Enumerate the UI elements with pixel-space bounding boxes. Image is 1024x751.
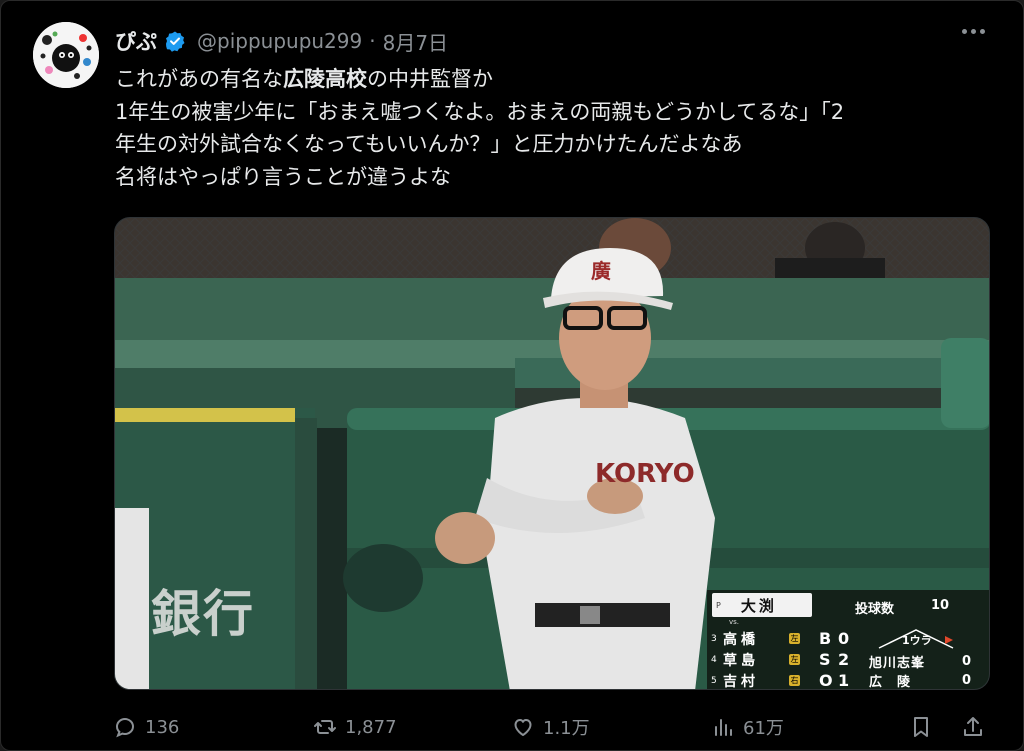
strike-label: S [819, 650, 831, 669]
team-row: 広 陵 0 [869, 671, 989, 690]
views-button[interactable]: 61万 [711, 707, 784, 747]
bso-values: 0 2 1 [838, 628, 854, 690]
more-options-icon[interactable] [962, 29, 985, 34]
out-count: 1 [838, 671, 850, 690]
pitcher-tag: P [716, 600, 721, 610]
user-handle[interactable]: @pippupupu299 [197, 29, 362, 53]
display-name[interactable]: ぴぷ [115, 26, 157, 56]
post-line-3: 年生の対外試合なくなってもいいんか？」と圧力かけたんだよなあ [115, 132, 743, 156]
bso-labels: B S O [819, 628, 835, 690]
inning-label: 1ウラ [902, 634, 932, 647]
repost-count: 1,877 [345, 716, 397, 738]
lineup-number: 5 [711, 675, 717, 686]
team-scores: 旭川志峯 0 広 陵 0 [869, 652, 989, 690]
bat-hand: 左 [789, 654, 800, 665]
bookmark-button[interactable] [909, 707, 933, 747]
tweet-card: ぴぷ @pippupupu299 · 8月7日 これがあの有名な広陵高校の中井監… [0, 0, 1024, 751]
pitcher-name: 大渕 [740, 596, 777, 615]
out-label: O [819, 671, 833, 690]
avatar[interactable] [33, 22, 99, 88]
view-count: 61万 [743, 718, 784, 739]
cap-logo: 廣 [591, 259, 611, 283]
pitch-count: 10 [931, 598, 950, 613]
bat-hand: 右 [789, 675, 800, 686]
batter-name: 高橋 [723, 631, 759, 648]
heart-icon [514, 719, 532, 736]
like-count: 1.1万 [543, 718, 590, 739]
separator-dot: · [369, 29, 376, 53]
pitch-count-label: 投球数 [855, 602, 895, 617]
post-line-1-part-1: これがあの有名な [115, 67, 283, 91]
batter-name: 吉村 [723, 673, 759, 690]
lineup-row: 4 草島 左 [711, 649, 811, 670]
team-score: 0 [961, 673, 971, 688]
bookmark-icon [914, 717, 928, 737]
batting-lineup: 3 高橋 左 4 草島 左 5 吉村 右 [711, 628, 811, 690]
post-line-1-part-3: の中井監督か [367, 67, 493, 91]
post-line-4: 名将はやっぱり言うことが違うよな [115, 164, 451, 189]
post-media-image[interactable]: 廣 KORYO 銀行 P 大渕 vs. 投球数 10 3 高橋 左 4 草島 左… [114, 217, 990, 690]
lineup-row: 3 高橋 左 [711, 628, 811, 649]
scoreboard-overlay: P 大渕 vs. 投球数 10 3 高橋 左 4 草島 左 5 吉村 右 B S… [707, 590, 989, 690]
ball-label: B [819, 629, 832, 648]
jersey-text: KORYO [595, 459, 695, 489]
strike-count: 2 [838, 650, 850, 669]
repost-button[interactable]: 1,877 [313, 707, 397, 747]
analytics-icon [715, 719, 732, 736]
post-header: ぴぷ @pippupupu299 · 8月7日 [115, 26, 448, 56]
like-button[interactable]: 1.1万 [511, 707, 590, 747]
repost-icon [314, 720, 336, 734]
lineup-number: 4 [711, 654, 717, 665]
post-text: これがあの有名な広陵高校の中井監督か 1年生の被害少年に「おまえ嘘つくなよ。おま… [115, 63, 1005, 193]
team-name: 広 陵 [869, 675, 912, 690]
team-score: 0 [961, 654, 971, 669]
avatar-image [33, 22, 99, 88]
post-date[interactable]: 8月7日 [383, 27, 448, 56]
bank-ad-text: 銀行 [151, 585, 255, 643]
ball-count: 0 [838, 629, 850, 648]
batter-name: 草島 [723, 652, 759, 669]
share-button[interactable] [961, 707, 985, 747]
lineup-row: 5 吉村 右 [711, 670, 811, 690]
lineup-number: 3 [711, 633, 717, 644]
bat-hand: 左 [789, 633, 800, 644]
team-row: 旭川志峯 0 [869, 652, 989, 671]
post-line-2: 1年生の被害少年に「おまえ嘘つくなよ。おまえの両親もどうかしてるな」「2 [115, 99, 845, 124]
hashtag-link[interactable]: 広陵高校 [283, 67, 367, 91]
vs-label: vs. [729, 618, 740, 626]
post-line-1: これがあの有名な広陵高校の中井監督か [115, 63, 1005, 96]
verified-badge-icon [164, 30, 186, 52]
share-icon [964, 717, 982, 736]
action-bar: 136 1,877 1.1万 61万 [1, 707, 1023, 747]
reply-count: 136 [145, 716, 180, 738]
reply-icon [115, 717, 135, 738]
pitcher-box: P 大渕 [712, 593, 812, 617]
team-name: 旭川志峯 [869, 656, 926, 671]
reply-button[interactable]: 136 [113, 707, 179, 747]
